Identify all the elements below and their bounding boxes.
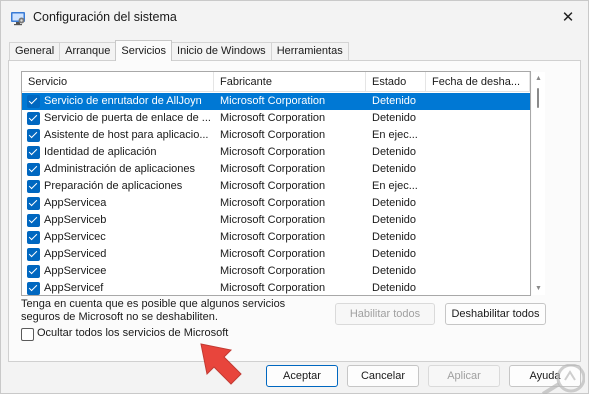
hide-microsoft-services-checkbox[interactable] bbox=[21, 328, 34, 341]
service-checkbox[interactable] bbox=[27, 214, 40, 227]
solvetic-logo-icon bbox=[541, 364, 585, 394]
enable-all-button[interactable]: Habilitar todos bbox=[335, 303, 435, 325]
table-row[interactable]: Servicio de puerta de enlace de ... Micro… bbox=[22, 110, 530, 127]
apply-button[interactable]: Aplicar bbox=[428, 365, 500, 387]
disable-all-button[interactable]: Deshabilitar todos bbox=[445, 303, 546, 325]
table-row[interactable]: AppServiceb Microsoft Corporation Detenido bbox=[22, 212, 530, 229]
cancel-button[interactable]: Cancelar bbox=[347, 365, 419, 387]
cell-manufacturer: Microsoft Corporation bbox=[220, 129, 326, 141]
cell-manufacturer: Microsoft Corporation bbox=[220, 265, 326, 277]
note-line-2: seguros de Microsoft no se deshabiliten. bbox=[21, 311, 218, 323]
cell-manufacturer: Microsoft Corporation bbox=[220, 231, 326, 243]
table-row[interactable]: AppServiced Microsoft Corporation Detenido bbox=[22, 246, 530, 263]
cell-service: Servicio de puerta de enlace de ... bbox=[44, 112, 211, 124]
cell-status: Detenido bbox=[372, 231, 417, 243]
cell-manufacturer: Microsoft Corporation bbox=[220, 112, 326, 124]
cell-service: AppServicee bbox=[44, 265, 107, 277]
accept-button[interactable]: Aceptar bbox=[266, 365, 338, 387]
table-row[interactable]: Preparación de aplicaciones Microsoft Cor… bbox=[22, 178, 530, 195]
cell-status: Detenido bbox=[372, 95, 417, 107]
cell-status: En ejec... bbox=[372, 180, 418, 192]
cell-manufacturer: Microsoft Corporation bbox=[220, 146, 326, 158]
title-bar: Configuración del sistema ✕ bbox=[1, 1, 588, 35]
column-header-status[interactable]: Estado bbox=[366, 72, 426, 92]
service-checkbox[interactable] bbox=[27, 248, 40, 261]
system-config-window: Configuración del sistema ✕ General Arra… bbox=[0, 0, 589, 394]
table-row[interactable]: Asistente de host para aplicacio... Micro… bbox=[22, 127, 530, 144]
close-button[interactable]: ✕ bbox=[548, 1, 588, 33]
cell-manufacturer: Microsoft Corporation bbox=[220, 214, 326, 226]
note-line-1: Tenga en cuenta que es posible que algun… bbox=[21, 298, 286, 310]
cell-status: Detenido bbox=[372, 197, 417, 209]
services-list[interactable]: Servicio Fabricante Estado Fecha de desh… bbox=[21, 71, 531, 296]
service-checkbox[interactable] bbox=[27, 95, 40, 108]
table-row[interactable]: Servicio de enrutador de AllJoyn Microsof… bbox=[22, 93, 530, 110]
cell-manufacturer: Microsoft Corporation bbox=[220, 163, 326, 175]
cell-manufacturer: Microsoft Corporation bbox=[220, 180, 326, 192]
cell-manufacturer: Microsoft Corporation bbox=[220, 197, 326, 209]
cell-status: En ejec... bbox=[372, 129, 418, 141]
system-config-icon bbox=[11, 12, 25, 26]
scroll-up-icon[interactable]: ▲ bbox=[534, 74, 543, 83]
red-arrow-icon bbox=[200, 343, 242, 385]
table-row[interactable]: AppServicea Microsoft Corporation Detenido bbox=[22, 195, 530, 212]
tab-strip: General Arranque Servicios Inicio de Win… bbox=[9, 40, 349, 61]
cell-status: Detenido bbox=[372, 163, 417, 175]
tab-servicios[interactable]: Servicios bbox=[115, 40, 173, 61]
cell-service: Servicio de enrutador de AllJoyn bbox=[44, 95, 202, 107]
cell-service: AppServiced bbox=[44, 248, 107, 260]
tab-inicio-de-windows[interactable]: Inicio de Windows bbox=[171, 42, 272, 61]
tab-herramientas[interactable]: Herramientas bbox=[270, 42, 349, 61]
column-header-manufacturer[interactable]: Fabricante bbox=[214, 72, 366, 92]
column-header-disable-date[interactable]: Fecha de desha... bbox=[426, 72, 530, 92]
column-header-service[interactable]: Servicio bbox=[22, 72, 214, 92]
service-checkbox[interactable] bbox=[27, 282, 40, 295]
cell-status: Detenido bbox=[372, 282, 417, 294]
cell-status: Detenido bbox=[372, 146, 417, 158]
service-checkbox[interactable] bbox=[27, 129, 40, 142]
table-row[interactable]: Identidad de aplicación Microsoft Corpora… bbox=[22, 144, 530, 161]
tab-general[interactable]: General bbox=[9, 42, 61, 61]
cell-status: Detenido bbox=[372, 214, 417, 226]
list-header: Servicio Fabricante Estado Fecha de desh… bbox=[22, 72, 530, 92]
service-checkbox[interactable] bbox=[27, 163, 40, 176]
service-checkbox[interactable] bbox=[27, 112, 40, 125]
cell-service: AppServicec bbox=[44, 231, 106, 243]
cell-manufacturer: Microsoft Corporation bbox=[220, 95, 326, 107]
service-checkbox[interactable] bbox=[27, 197, 40, 210]
cell-service: Identidad de aplicación bbox=[44, 146, 157, 158]
table-row[interactable]: AppServicee Microsoft Corporation Detenido bbox=[22, 263, 530, 280]
cell-manufacturer: Microsoft Corporation bbox=[220, 282, 326, 294]
cell-service: Preparación de aplicaciones bbox=[44, 180, 183, 192]
cell-status: Detenido bbox=[372, 265, 417, 277]
table-row[interactable]: AppServicef Microsoft Corporation Detenido bbox=[22, 280, 530, 295]
cell-service: AppServicef bbox=[44, 282, 104, 294]
microsoft-services-note: Tenga en cuenta que es posible que algun… bbox=[21, 298, 321, 324]
cell-service: AppServicea bbox=[44, 197, 107, 209]
tab-arranque[interactable]: Arranque bbox=[59, 42, 117, 61]
close-icon: ✕ bbox=[561, 9, 575, 26]
window-title: Configuración del sistema bbox=[33, 10, 177, 24]
cell-manufacturer: Microsoft Corporation bbox=[220, 248, 326, 260]
scroll-thumb[interactable] bbox=[537, 88, 539, 108]
cell-status: Detenido bbox=[372, 112, 417, 124]
service-checkbox[interactable] bbox=[27, 146, 40, 159]
cell-service: Administración de aplicaciones bbox=[44, 163, 196, 175]
cell-service: AppServiceb bbox=[44, 214, 107, 226]
service-checkbox[interactable] bbox=[27, 231, 40, 244]
service-checkbox[interactable] bbox=[27, 265, 40, 278]
table-row[interactable]: AppServicec Microsoft Corporation Detenido bbox=[22, 229, 530, 246]
table-row[interactable]: Administración de aplicaciones Microsoft … bbox=[22, 161, 530, 178]
cell-status: Detenido bbox=[372, 248, 417, 260]
service-checkbox[interactable] bbox=[27, 180, 40, 193]
list-scrollbar[interactable]: ▲ ▼ bbox=[532, 72, 545, 295]
scroll-down-icon[interactable]: ▼ bbox=[534, 284, 543, 293]
cell-service: Asistente de host para aplicacio... bbox=[44, 129, 209, 141]
